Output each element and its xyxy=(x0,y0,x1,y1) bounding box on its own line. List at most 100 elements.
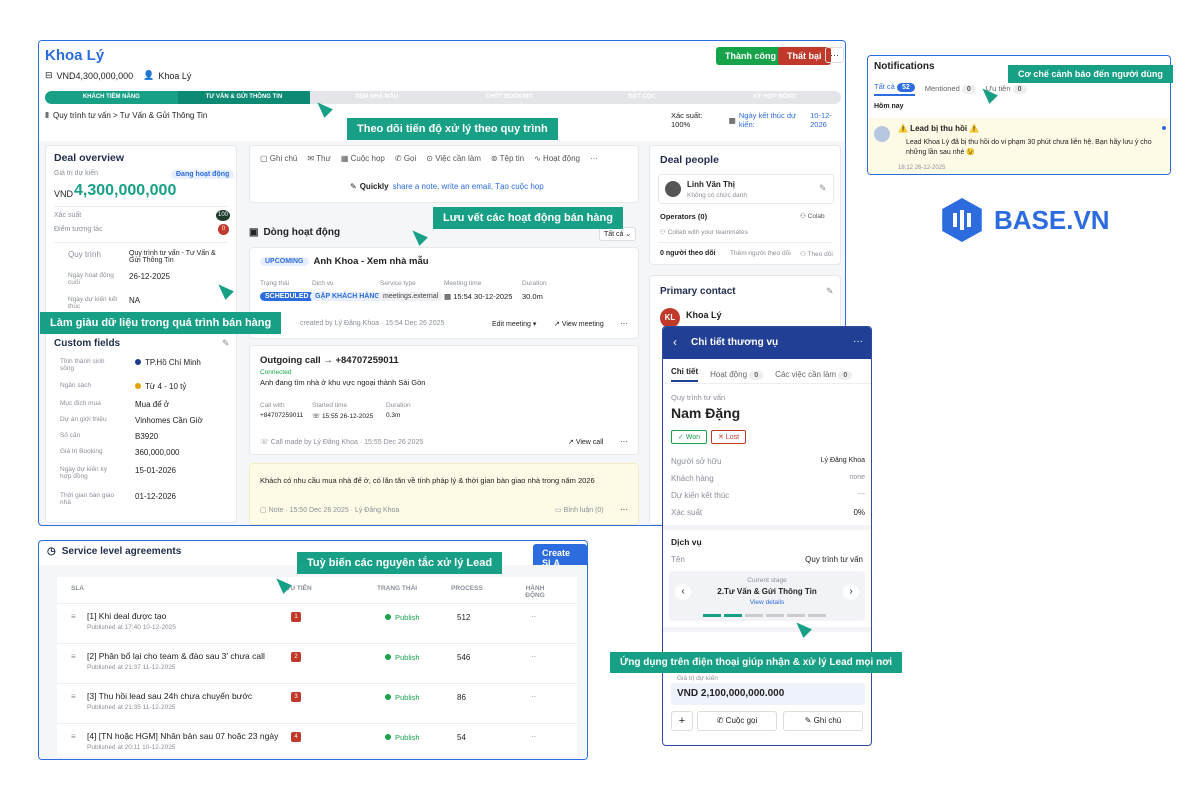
notification-item[interactable]: ⚠️ Lead bị thu hồi ⚠️ Lead Khoa Lý đã bị… xyxy=(868,118,1170,174)
stage-progress xyxy=(703,614,826,617)
more-button[interactable]: ··· xyxy=(825,47,844,63)
meeting-title[interactable]: Anh Khoa - Xem nhà mẫu xyxy=(314,256,429,267)
person-row[interactable]: Linh Văn Thị Không có chức danh ✎ xyxy=(658,174,834,204)
notif-item-text: Lead Khoa Lý đã bị thu hồi do vi phạm 30… xyxy=(906,139,1152,156)
call-status: Connected xyxy=(260,369,292,376)
won-button[interactable]: ✓ Won xyxy=(671,430,708,444)
people-title: Deal people xyxy=(660,154,719,166)
table-row[interactable]: ≡ [4] [TN hoặc HGM] Nhân bản sau 07 hoặc… xyxy=(57,723,577,757)
stage-2[interactable]: TƯ VẤN & GỬI THÔNG TIN xyxy=(177,91,311,104)
table-row[interactable]: ≡ [2] Phân bổ lại cho team & đào sau 3' … xyxy=(57,643,577,681)
tab-activity[interactable]: Hoạt động 0 xyxy=(710,370,764,380)
today-label: Hôm nay xyxy=(874,103,904,110)
tab-call[interactable]: ✆ Gọi xyxy=(395,154,416,163)
call-desc: Anh đang tìm nhà ở khu vực ngoại thành S… xyxy=(260,378,426,387)
user-icon: 👤 xyxy=(143,70,155,80)
status-publish: Publish xyxy=(385,693,420,702)
prob-badge: 100 xyxy=(216,210,230,221)
note-more[interactable]: ··· xyxy=(620,505,628,514)
status-publish: Publish xyxy=(385,653,420,662)
tab-row: ▢ Ghi chú ✉ Thư ▦ Cuộc họp ✆ Gọi ⊙ Việc … xyxy=(260,154,598,163)
status-publish: Publish xyxy=(385,733,420,742)
tab-mentioned[interactable]: Mentioned 0 xyxy=(925,84,976,94)
row-more[interactable]: ·· xyxy=(531,652,536,661)
stype-label: Service type xyxy=(380,280,416,287)
add-follower[interactable]: Thêm người theo dõi xyxy=(730,250,791,257)
call-title[interactable]: Outgoing call → +84707259011 xyxy=(260,355,399,366)
tab-detail[interactable]: Chi tiết xyxy=(671,367,699,382)
row-more[interactable]: ·· xyxy=(531,732,536,741)
service-badge: GẶP KHÁCH HÀNG xyxy=(310,292,385,301)
quick-links[interactable]: share a note, write an email, Tạo cuộc h… xyxy=(393,182,544,191)
drag-icon[interactable]: ≡ xyxy=(71,732,76,741)
more-icon[interactable]: ··· xyxy=(590,154,598,163)
stage-1[interactable]: KHÁCH TIỀM NĂNG xyxy=(45,91,178,104)
last-label: Ngày hoạt động cuối xyxy=(68,272,114,286)
meeting-card: UPCOMING Anh Khoa - Xem nhà mẫu Trạng th… xyxy=(249,247,639,339)
edit-icon[interactable]: ✎ xyxy=(222,338,230,349)
callout-activity: Lưu vết các hoạt động bán hàng xyxy=(433,207,623,229)
follow-button[interactable]: ⚇ Theo dõi xyxy=(800,250,833,258)
call-more[interactable]: ··· xyxy=(620,437,628,446)
fail-button[interactable]: Thất bại xyxy=(778,47,831,65)
row-value: Vinhomes Cần Giờ xyxy=(135,416,203,425)
contact-name[interactable]: Khoa Lý xyxy=(686,310,722,320)
comment-button[interactable]: ▭ Bình luận (0) xyxy=(555,506,604,514)
custom-title: Custom fields xyxy=(54,338,121,349)
row-more[interactable]: ·· xyxy=(531,612,536,621)
table-row[interactable]: ≡ [1] Khi deal được tạo Published at 17:… xyxy=(57,603,577,641)
deal-owner: Khoa Lý xyxy=(158,70,192,81)
meeting-more[interactable]: ··· xyxy=(620,319,628,328)
lost-button[interactable]: ✕ Lost xyxy=(711,430,747,444)
col-sla: SLA xyxy=(71,585,84,592)
success-button[interactable]: Thành công xyxy=(716,47,785,65)
time-label: Meeting time xyxy=(444,280,482,287)
drag-icon[interactable]: ≡ xyxy=(71,612,76,621)
drag-icon[interactable]: ≡ xyxy=(71,652,76,661)
contact-avatar: KL xyxy=(660,308,680,328)
tab-note[interactable]: ▢ Ghi chú xyxy=(260,154,297,163)
callout-enrich: Làm giàu dữ liệu trong quá trình bán hàn… xyxy=(40,312,282,334)
activity-filter[interactable]: Tất cả ⌄ xyxy=(599,227,637,241)
stage-5[interactable]: ĐẶT CỌC xyxy=(575,91,709,104)
status-label: Trạng thái xyxy=(260,280,290,287)
next-button[interactable]: › xyxy=(843,584,859,600)
view-meeting[interactable]: ↗ View meeting xyxy=(554,320,604,328)
edit-icon[interactable]: ✎ xyxy=(819,183,827,194)
last-activity-row: Ngày hoạt động cuối 26-12-2025 xyxy=(54,272,230,290)
add-button[interactable]: + xyxy=(671,711,693,731)
dur-value: 30.0m xyxy=(522,292,543,301)
row-more[interactable]: ·· xyxy=(531,692,536,701)
drag-icon[interactable]: ≡ xyxy=(71,692,76,701)
stage-4[interactable]: CHỐT BOOKING xyxy=(443,91,576,104)
end-label: Dự kiến kết thúc xyxy=(671,491,730,500)
pipeline-icon: ‖ xyxy=(45,111,49,120)
more-icon[interactable]: ··· xyxy=(853,336,863,347)
deal-overview-card: Deal overview Giá trị dự kiến Đang hoạt … xyxy=(45,145,237,325)
view-details[interactable]: View details xyxy=(669,599,865,606)
tab-todo[interactable]: ⊙ Việc cần làm xyxy=(426,154,481,163)
prob-label: Xác suất xyxy=(671,508,703,517)
base-logo-icon xyxy=(942,198,982,242)
breadcrumb-text[interactable]: Quy trình tư vấn > Tư Vấn & Gửi Thông Ti… xyxy=(53,111,207,120)
edit-meeting[interactable]: Edit meeting ▾ xyxy=(492,320,536,328)
stage-3[interactable]: XEM NHÀ MẪU xyxy=(310,91,444,104)
stage-6[interactable]: KÝ HỢP ĐỒNG xyxy=(708,91,842,104)
collab-button[interactable]: ⚇ Colab xyxy=(800,212,825,220)
tab-all[interactable]: Tất cả 52 xyxy=(874,82,915,96)
call-button[interactable]: ✆ Cuộc gọi xyxy=(697,711,777,731)
view-call[interactable]: ↗ View call xyxy=(568,438,603,446)
custom-fields-card: Custom fields ✎ Tỉnh thành sinh sống TP.H… xyxy=(45,331,237,523)
back-icon[interactable]: ‹ xyxy=(673,335,677,349)
service-name-value: Quy trình tư vấn xyxy=(805,555,863,564)
table-row[interactable]: ≡ [3] Thu hồi lead sau 24h chưa chuyển b… xyxy=(57,683,577,721)
tab-tasks[interactable]: Các việc cần làm 0 xyxy=(775,370,853,380)
edit-icon[interactable]: ✎ xyxy=(826,286,834,297)
tab-meeting[interactable]: ▦ Cuộc họp xyxy=(341,154,385,163)
note-button[interactable]: ✎ Ghi chú xyxy=(783,711,863,731)
sla-published: Published at 20:11 10-12-2025 xyxy=(87,744,176,751)
tab-files[interactable]: ⊚ Tệp tin xyxy=(491,154,524,163)
tab-mail[interactable]: ✉ Thư xyxy=(307,154,330,163)
tab-activity[interactable]: ∿ Hoạt động xyxy=(534,154,580,163)
mobile-process: Quy trình tư vấn xyxy=(671,393,726,402)
